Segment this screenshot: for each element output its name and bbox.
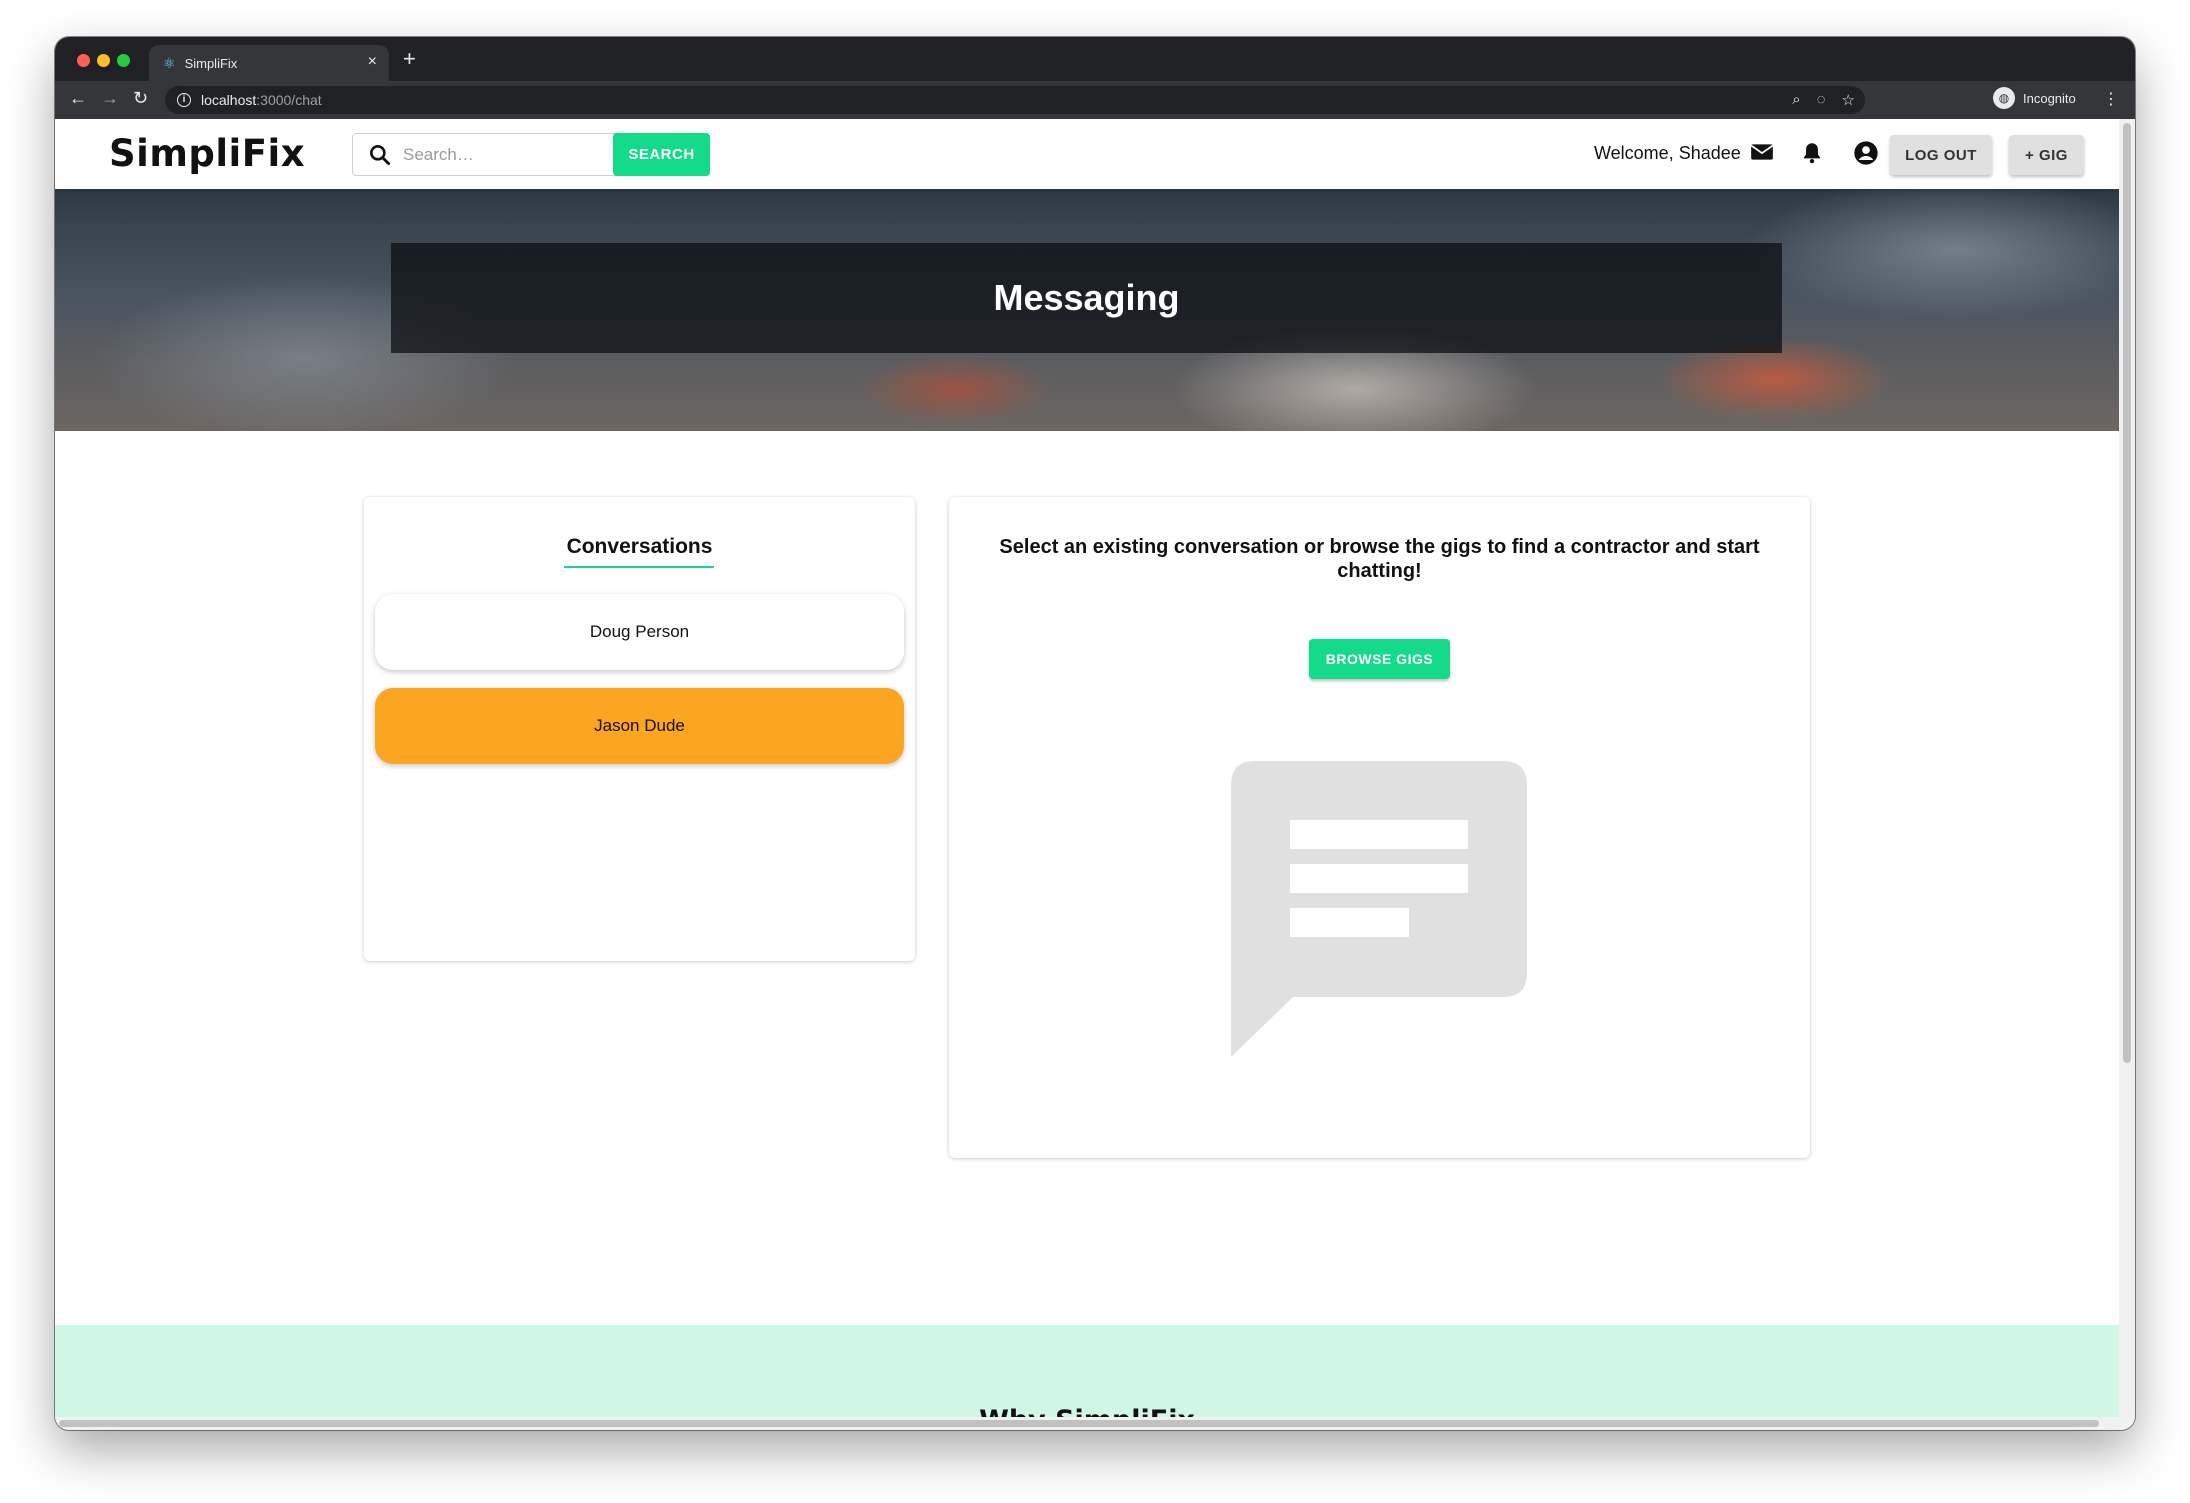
maximize-window-button[interactable]: [117, 54, 130, 67]
tracking-eye-off-icon[interactable]: ◌: [1817, 91, 1826, 109]
back-arrow-icon[interactable]: ←: [69, 88, 87, 109]
page-viewport: SimpliFix SEARCH Welcome, Shadee: [55, 119, 2119, 1417]
browser-menu-icon[interactable]: ⋮: [2103, 89, 2119, 109]
forward-arrow-icon[interactable]: →: [101, 88, 119, 109]
bookmark-star-icon[interactable]: ☆: [1842, 91, 1855, 109]
mail-icon[interactable]: [1749, 139, 1775, 165]
search-icon: [370, 145, 391, 166]
logout-button[interactable]: LOG OUT: [1890, 135, 1992, 175]
browse-gigs-button[interactable]: BROWSE GIGS: [1309, 639, 1450, 679]
why-section: Why SimpliFix: [55, 1325, 2119, 1417]
horizontal-scroll-thumb[interactable]: [59, 1420, 2099, 1427]
reload-icon[interactable]: ↻: [133, 88, 148, 109]
add-gig-button[interactable]: + GIG: [2009, 135, 2084, 175]
browser-window: ⚛ SimpliFix × + ← → ↻ i localhost:3000/c…: [55, 37, 2135, 1430]
info-icon[interactable]: i: [177, 93, 191, 107]
chat-bubble-icon: [1231, 761, 1527, 1057]
account-circle-icon[interactable]: [1852, 139, 1880, 167]
bell-icon[interactable]: [1799, 139, 1825, 167]
tab-close-icon[interactable]: ×: [368, 53, 377, 71]
browser-address-bar: ← → ↻ i localhost:3000/chat ⌕ ◌ ☆ ◍ Inco…: [55, 81, 2135, 119]
search-input[interactable]: [403, 142, 603, 168]
close-window-button[interactable]: [77, 54, 90, 67]
new-tab-button[interactable]: +: [403, 46, 416, 72]
search-button[interactable]: SEARCH: [613, 133, 710, 176]
search-bar: SEARCH: [352, 133, 710, 176]
vertical-scroll-thumb[interactable]: [2123, 123, 2131, 1063]
conversation-item[interactable]: Doug Person: [375, 594, 904, 670]
chat-panel: Select an existing conversation or brows…: [949, 497, 1810, 1158]
tab-title: SimpliFix: [184, 55, 238, 71]
app-header: SimpliFix SEARCH Welcome, Shadee: [55, 119, 2119, 189]
url-path: :3000/chat: [256, 92, 322, 108]
minimize-window-button[interactable]: [97, 54, 110, 67]
browser-tab[interactable]: ⚛ SimpliFix ×: [149, 45, 389, 81]
conversations-heading: Conversations: [566, 535, 713, 558]
empty-chat-message: Select an existing conversation or brows…: [999, 536, 1760, 582]
incognito-label: Incognito: [2023, 90, 2076, 106]
conversations-heading-underline: [564, 566, 714, 568]
vertical-scrollbar[interactable]: [2119, 119, 2135, 1417]
incognito-profile[interactable]: ◍ Incognito: [1993, 87, 2076, 109]
why-heading: Why SimpliFix: [55, 1405, 2119, 1417]
conversations-panel: Conversations Doug Person Jason Dude: [364, 497, 915, 961]
hero-title-band: Messaging: [391, 243, 1782, 353]
zoom-icon[interactable]: ⌕: [1792, 91, 1800, 109]
conversation-item-selected[interactable]: Jason Dude: [375, 688, 904, 764]
welcome-text: Welcome, Shadee: [1594, 143, 1741, 163]
logo[interactable]: SimpliFix: [109, 132, 305, 175]
url-bar[interactable]: i localhost:3000/chat ⌕ ◌ ☆: [165, 86, 1865, 114]
browser-tab-bar: ⚛ SimpliFix × +: [55, 37, 2135, 81]
horizontal-scrollbar[interactable]: [55, 1417, 2135, 1430]
url-host: localhost: [201, 92, 257, 108]
react-favicon-icon: ⚛: [163, 54, 176, 71]
page-title: Messaging: [993, 277, 1180, 318]
incognito-icon: ◍: [1993, 87, 2015, 109]
hero-banner: Messaging: [55, 189, 2119, 431]
